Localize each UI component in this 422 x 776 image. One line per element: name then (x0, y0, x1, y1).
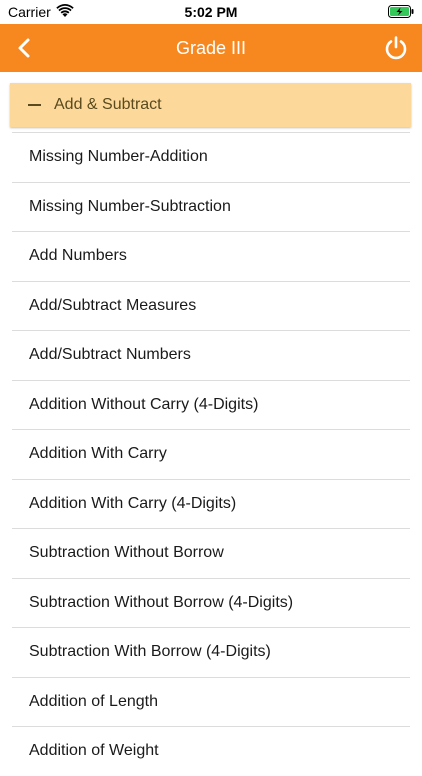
section-header-add-subtract[interactable]: Add & Subtract (10, 83, 411, 127)
page-title: Grade III (175, 38, 247, 58)
list-item-label: Missing Number-Subtraction (29, 197, 231, 215)
list-item[interactable]: Subtraction Without Borrow (4-Digits) (12, 577, 410, 628)
list-item[interactable]: Addition of Length (12, 676, 410, 727)
collapse-minus-icon (28, 104, 41, 106)
back-button[interactable] (6, 30, 42, 66)
list-item[interactable]: Subtraction Without Borrow (12, 528, 410, 578)
power-button[interactable] (378, 30, 414, 66)
section-title: Add & Subtract (54, 96, 162, 113)
list-item[interactable]: Addition With Carry (12, 429, 410, 479)
list-item-label: Addition Without Carry (4-Digits) (29, 395, 259, 413)
power-icon (385, 36, 407, 60)
list-item-label: Subtraction With Borrow (4-Digits) (29, 643, 271, 661)
list-item[interactable]: Missing Number-Subtraction (12, 181, 410, 232)
list-item-label: Add Numbers (29, 247, 127, 265)
list-item-label: Subtraction Without Borrow (4-Digits) (29, 593, 294, 611)
chevron-left-icon (18, 38, 30, 58)
list-item-label: Missing Number-Addition (29, 148, 208, 166)
list-item[interactable]: Add/Subtract Numbers (12, 330, 410, 380)
battery-charging-icon (388, 5, 414, 18)
list-item[interactable]: Addition of Weight (12, 726, 410, 776)
list-item-label: Addition With Carry (29, 445, 167, 463)
list-item[interactable]: Subtraction With Borrow (4-Digits) (12, 627, 410, 677)
status-time: 5:02 PM (184, 4, 238, 20)
list-item-label: Add/Subtract Numbers (29, 346, 191, 364)
status-bar: Carrier 5:02 PM (0, 0, 422, 24)
list-item[interactable]: Add/Subtract Measures (12, 280, 410, 331)
topic-list: Missing Number-Addition Missing Number-S… (12, 132, 410, 776)
list-item[interactable]: Add Numbers (12, 231, 410, 281)
list-item-label: Subtraction Without Borrow (29, 544, 224, 562)
list-item[interactable]: Addition With Carry (4-Digits) (12, 478, 410, 529)
list-item-label: Add/Subtract Measures (29, 296, 197, 314)
list-item[interactable]: Missing Number-Addition (12, 132, 410, 182)
list-item[interactable]: Addition Without Carry (4-Digits) (12, 379, 410, 430)
nav-bar: Grade III (0, 24, 422, 72)
list-item-label: Addition of Weight (29, 742, 159, 760)
list-item-label: Addition of Length (29, 692, 158, 710)
list-item-label: Addition With Carry (4-Digits) (29, 494, 237, 512)
